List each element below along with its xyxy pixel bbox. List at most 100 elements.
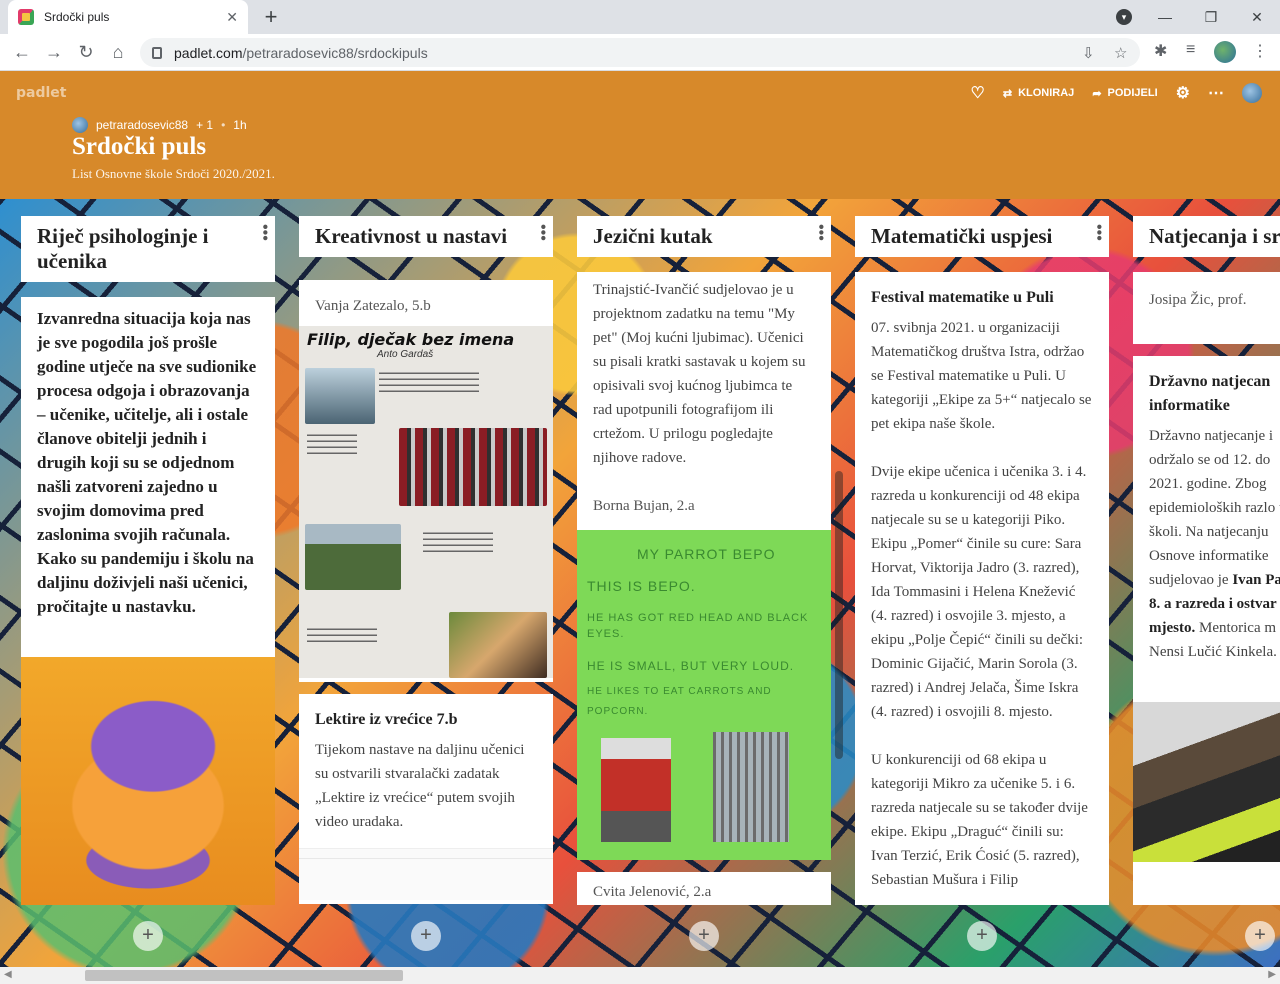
padlet-header: padlet ♡ ⇄ KLONIRAJ ➦ PODIJELI ⚙ ⋯ petrara… xyxy=(0,71,1280,199)
add-post-button[interactable]: + xyxy=(689,921,719,951)
photo-thumbnail xyxy=(305,368,375,424)
doc-text-lines: ▬▬▬▬▬▬▬▬▬▬▬▬▬▬▬▬▬▬▬▬▬▬▬▬▬▬▬▬▬▬▬▬▬▬▬▬▬▬▬▬… xyxy=(307,626,377,644)
post-text: Državno natjecanje i održalo se od 12. d… xyxy=(1149,428,1280,588)
add-post-button[interactable]: + xyxy=(133,921,163,951)
install-icon[interactable]: ⇩ xyxy=(1082,44,1095,62)
column-kreativnost: Kreativnost u nastavi ••• xyxy=(299,216,553,257)
padlet-meta: petraradosevic88 + 1 • 1h xyxy=(72,117,247,133)
classroom-photo-image[interactable] xyxy=(1133,702,1280,862)
clone-label: KLONIRAJ xyxy=(1018,87,1075,99)
post-author: Cvita Jelenović, 2.a xyxy=(593,884,712,900)
parrot-line: HE IS SMALL, BUT VERY LOUD. xyxy=(587,659,795,673)
likes-count: + 1 xyxy=(196,118,214,132)
doc-text-lines: ▬▬▬▬▬▬▬▬▬▬▬▬▬▬▬▬▬▬▬▬▬▬▬▬▬▬▬▬▬▬▬▬▬▬▬▬▬▬▬▬… xyxy=(379,370,479,394)
browser-toolbar: ← → ↻ ⌂ padlet.com/petraradosevic88/srdo… xyxy=(0,34,1280,71)
tab-title: Srdočki puls xyxy=(44,10,110,24)
column-menu-icon[interactable]: ••• xyxy=(1090,224,1107,241)
book-report-document-image[interactable]: Filip, dječak bez imena Anto Gardaš ▬▬▬▬… xyxy=(299,326,553,678)
face-mask-drawing-image[interactable] xyxy=(21,657,275,905)
page-subtitle: List Osnovne škole Srdoči 2020./2021. xyxy=(72,166,275,181)
post-card[interactable]: Državno natjecan informatike Državno nat… xyxy=(1133,356,1280,905)
author-avatar xyxy=(72,117,88,133)
author-name[interactable]: petraradosevic88 xyxy=(96,118,188,132)
url-host: padlet.com xyxy=(174,44,243,61)
address-bar[interactable]: padlet.com/petraradosevic88/srdockipuls … xyxy=(140,38,1140,67)
house-photo xyxy=(305,524,401,590)
doc-title: Filip, dječak bez imena xyxy=(307,330,515,349)
browser-tab[interactable]: Srdočki puls ✕ xyxy=(8,0,248,34)
column-menu-icon[interactable]: ••• xyxy=(256,224,273,241)
scroll-left-icon[interactable]: ◀ xyxy=(4,969,12,980)
column-scrollbar[interactable] xyxy=(835,471,843,759)
post-card[interactable]: Cvita Jelenović, 2.a xyxy=(577,872,831,905)
reload-icon[interactable]: ↻ xyxy=(74,40,98,64)
maximize-icon[interactable]: ❐ xyxy=(1188,9,1234,26)
post-card[interactable]: Trinajstić-Ivančić sudjelovao je u proje… xyxy=(577,272,831,530)
column-matematicki-uspjesi: Matematički uspjesi ••• xyxy=(855,216,1109,257)
column-jezicni-kutak: Jezični kutak ••• xyxy=(577,216,831,257)
bookmark-star-icon[interactable]: ☆ xyxy=(1114,44,1127,62)
padlet-favicon-icon xyxy=(18,9,34,25)
page-title: Srdočki puls xyxy=(72,133,207,160)
add-post-button[interactable]: + xyxy=(411,921,441,951)
post-card[interactable]: Izvanredna situacija koja nas je sve pog… xyxy=(21,297,275,905)
column-psihologinja: Riječ psihologinje i učenika ••• xyxy=(21,216,275,282)
clone-button[interactable]: ⇄ KLONIRAJ xyxy=(1003,87,1074,100)
extensions-icon[interactable]: ✱ xyxy=(1154,41,1167,61)
column-menu-icon[interactable]: ••• xyxy=(534,224,551,241)
new-tab-icon[interactable]: + xyxy=(258,4,284,30)
share-label: PODIJELI xyxy=(1107,87,1158,99)
close-tab-icon[interactable]: ✕ xyxy=(226,9,238,26)
cage-photo xyxy=(713,732,789,842)
minimize-icon[interactable]: — xyxy=(1142,9,1188,25)
share-button[interactable]: ➦ PODIJELI xyxy=(1092,87,1157,100)
dot-separator: • xyxy=(221,118,226,132)
media-control-icon[interactable]: ≡ xyxy=(1186,41,1195,59)
browser-tab-bar: Srdočki puls ✕ + ▾ — ❐ ✕ xyxy=(0,0,1280,34)
back-icon[interactable]: ← xyxy=(10,40,34,64)
heart-icon[interactable]: ♡ xyxy=(971,83,985,103)
url-path: /petraradosevic88/srdockipuls xyxy=(242,44,428,61)
user-avatar[interactable] xyxy=(1242,83,1262,103)
column-menu-icon[interactable]: ••• xyxy=(812,224,829,241)
chrome-profile-avatar[interactable] xyxy=(1214,41,1236,63)
horizontal-scrollbar[interactable]: ◀ ▶ xyxy=(0,967,1280,984)
post-card[interactable]: Lektire iz vrećice 7.b Tijekom nastave n… xyxy=(299,694,553,904)
parrot-line: HE LIKES TO EAT CARROTS AND POPCORN. xyxy=(587,686,772,717)
tab-search-icon[interactable]: ▾ xyxy=(1116,9,1132,25)
post-author: Borna Bujan, 2.a xyxy=(593,498,695,514)
post-card[interactable]: Festival matematike u Puli 07. svibnja 2… xyxy=(855,272,1109,905)
home-icon[interactable]: ⌂ xyxy=(106,40,130,64)
post-card[interactable]: Vanja Zatezalo, 5.b Filip, dječak bez im… xyxy=(299,280,553,682)
more-icon[interactable]: ⋯ xyxy=(1208,83,1224,103)
add-post-button[interactable]: + xyxy=(967,921,997,951)
post-body: Festival matematike u Puli 07. svibnja 2… xyxy=(855,272,1109,905)
add-post-button[interactable]: + xyxy=(1245,921,1275,951)
post-author: Vanja Zatezalo, 5.b xyxy=(315,298,431,314)
column-title: Matematički uspjesi xyxy=(871,224,1053,248)
scrollbar-thumb[interactable] xyxy=(85,970,403,981)
scroll-right-icon[interactable]: ▶ xyxy=(1268,969,1276,980)
gear-icon[interactable]: ⚙ xyxy=(1176,83,1190,103)
post-text-block: Državno natjecanje i održalo se od 12. d… xyxy=(1149,424,1280,664)
drive-toolbar xyxy=(299,849,553,859)
doc-text-lines: ▬▬▬▬▬▬▬▬▬▬▬▬▬▬▬▬▬▬▬▬▬▬▬▬▬▬▬▬▬▬▬▬▬▬▬▬▬▬▬▬… xyxy=(423,530,493,554)
lock-icon[interactable] xyxy=(152,46,162,59)
google-drive-preview-image[interactable] xyxy=(299,848,553,900)
padlet-logo[interactable]: padlet xyxy=(16,85,66,101)
column-title: Riječ psihologinje i učenika xyxy=(37,224,209,273)
post-title: Državno natjecan informatike xyxy=(1149,373,1271,414)
parrot-drawing-image[interactable]: MY PARROT BEPO THIS IS BEPO. HE HAS GOT … xyxy=(577,530,831,860)
forward-icon[interactable]: → xyxy=(42,40,66,64)
post-text: Tijekom nastave na daljinu učenici su os… xyxy=(315,742,525,830)
post-paragraph: 07. svibnja 2021. u organizaciji Matemat… xyxy=(871,320,1092,432)
close-window-icon[interactable]: ✕ xyxy=(1234,9,1280,26)
post-author: Josipa Žic, prof. xyxy=(1149,292,1247,308)
parrot-line: HE HAS GOT RED HEAD AND BLACK EYES. xyxy=(587,612,809,640)
chrome-menu-icon[interactable]: ⋮ xyxy=(1252,41,1268,61)
column-header: Kreativnost u nastavi ••• xyxy=(299,216,553,257)
post-card[interactable]: Josipa Žic, prof. xyxy=(1133,272,1280,344)
